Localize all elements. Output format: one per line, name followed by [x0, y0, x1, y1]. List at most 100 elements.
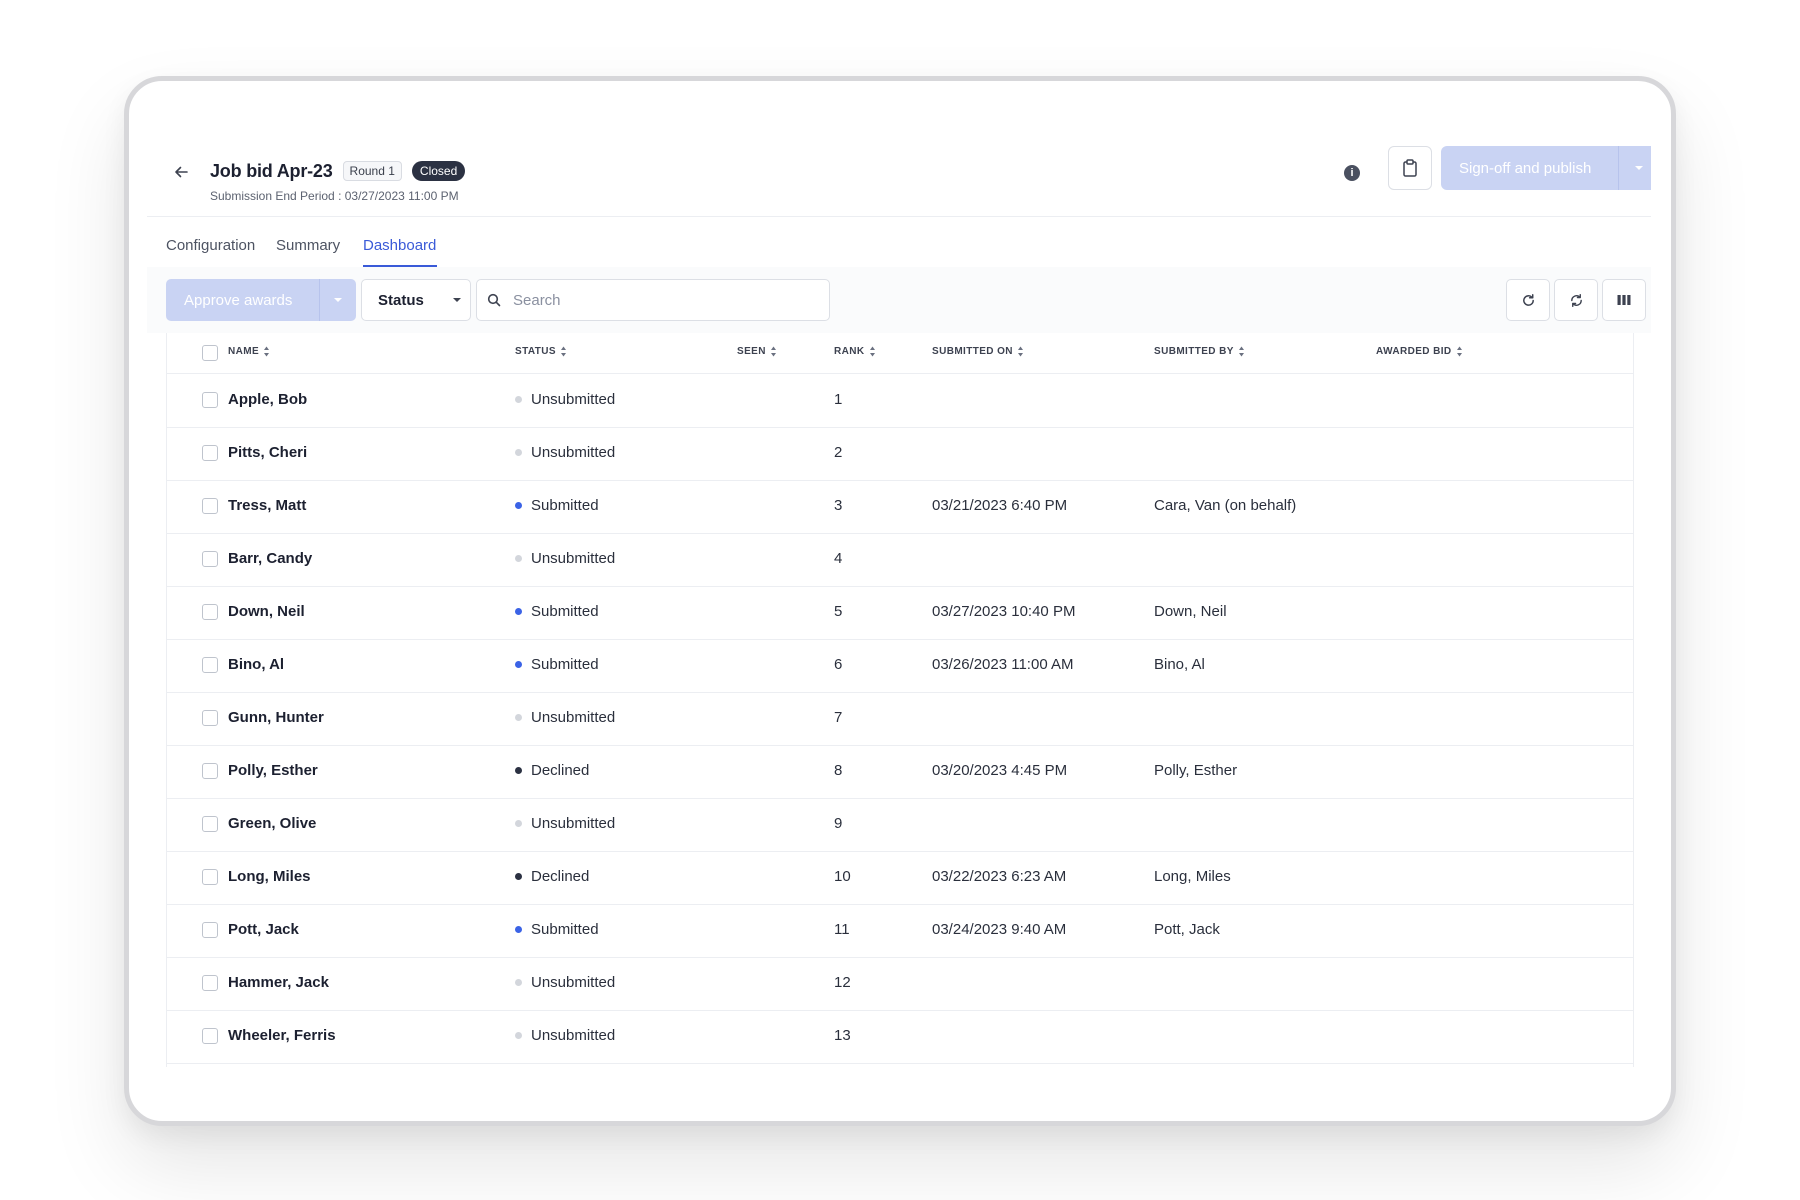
cell-name: Tress, Matt: [228, 497, 307, 514]
status-label: Unsubmitted: [531, 391, 616, 408]
table-row[interactable]: Tress, Matt Submitted 3 03/21/2023 6:40 PM C…: [167, 480, 1633, 534]
cell-rank: 2: [834, 444, 843, 461]
cell-rank: 1: [834, 391, 843, 408]
table-row[interactable]: Bino, Al Submitted 6 03/26/2023 11:00 AM Bin…: [167, 639, 1633, 693]
row-checkbox[interactable]: [202, 498, 218, 514]
row-checkbox[interactable]: [202, 604, 218, 620]
status-filter-dropdown[interactable]: Status: [361, 279, 471, 321]
row-checkbox[interactable]: [202, 551, 218, 567]
row-checkbox[interactable]: [202, 975, 218, 991]
approve-dropdown-toggle[interactable]: [319, 279, 356, 321]
select-all-checkbox[interactable]: [202, 345, 218, 361]
row-checkbox[interactable]: [202, 922, 218, 938]
search-icon: [487, 293, 501, 307]
sort-icon: [1017, 346, 1023, 357]
table-row[interactable]: Long, Miles Declined 10 03/22/2023 6:23 AM L…: [167, 851, 1633, 905]
toolbar: Approve awards Status: [147, 267, 1651, 333]
cell-status: Submitted: [515, 603, 599, 620]
table-row[interactable]: Barr, Candy Unsubmitted 4: [167, 533, 1633, 587]
column-header-awarded-bid[interactable]: AWARDED BID: [1376, 346, 1463, 357]
arrow-left-icon: [175, 166, 188, 178]
cell-submitted-by: Bino, Al: [1154, 656, 1205, 673]
table-row[interactable]: Polly, Esther Declined 8 03/20/2023 4:45 PM…: [167, 745, 1633, 799]
cell-submitted-on: 03/27/2023 10:40 PM: [932, 603, 1076, 620]
sync-button[interactable]: [1554, 279, 1598, 321]
tab-configuration[interactable]: Configuration: [166, 237, 255, 254]
row-checkbox[interactable]: [202, 657, 218, 673]
refresh-button[interactable]: [1506, 279, 1550, 321]
row-checkbox[interactable]: [202, 763, 218, 779]
status-dot: [515, 448, 522, 456]
status-label: Unsubmitted: [531, 444, 616, 461]
table-row[interactable]: Hammer, Jack Unsubmitted 12: [167, 957, 1633, 1011]
row-checkbox[interactable]: [202, 710, 218, 726]
status-dot: [515, 607, 522, 615]
column-header-submitted-by[interactable]: SUBMITTED BY: [1154, 346, 1245, 357]
row-checkbox[interactable]: [202, 445, 218, 461]
search-box: [476, 279, 830, 321]
publish-dropdown-toggle[interactable]: [1618, 146, 1651, 190]
status-dot: [515, 978, 522, 986]
back-button[interactable]: [167, 158, 195, 186]
status-label: Declined: [531, 868, 590, 885]
table-row[interactable]: Pitts, Cheri Unsubmitted 2: [167, 427, 1633, 481]
cell-submitted-on: 03/24/2023 9:40 AM: [932, 921, 1067, 938]
cell-rank: 11: [834, 921, 850, 938]
cell-status: Declined: [515, 868, 589, 885]
approve-awards-label: Approve awards: [184, 291, 293, 309]
sort-icon: [1238, 346, 1244, 357]
status-label: Submitted: [531, 921, 599, 938]
column-header-label: STATUS: [515, 346, 556, 357]
sign-off-publish-button[interactable]: Sign-off and publish: [1441, 146, 1651, 190]
column-header-rank[interactable]: RANK: [834, 346, 876, 357]
status-label: Submitted: [531, 497, 599, 514]
table-row[interactable]: Pott, Jack Submitted 11 03/24/2023 9:40 AM P…: [167, 904, 1633, 958]
tab-summary[interactable]: Summary: [276, 237, 340, 254]
tab-dashboard[interactable]: Dashboard: [363, 237, 436, 254]
column-header-submitted-on[interactable]: SUBMITTED ON: [932, 346, 1024, 357]
column-header-seen[interactable]: SEEN: [737, 346, 777, 357]
cell-submitted-by: Pott, Jack: [1154, 921, 1220, 938]
publish-label: Sign-off and publish: [1459, 159, 1592, 177]
row-checkbox[interactable]: [202, 1028, 218, 1044]
cell-submitted-by: Polly, Esther: [1154, 762, 1238, 779]
columns-button[interactable]: [1602, 279, 1646, 321]
table-row[interactable]: Down, Neil Submitted 5 03/27/2023 10:40 PM D…: [167, 586, 1633, 640]
cell-name: Polly, Esther: [228, 762, 318, 779]
row-checkbox[interactable]: [202, 869, 218, 885]
cell-status: Unsubmitted: [515, 974, 615, 991]
tab-bar: Configuration Summary Dashboard: [147, 216, 1651, 268]
status-dot: [515, 766, 522, 774]
cell-name: Bino, Al: [228, 656, 285, 673]
column-header-name[interactable]: NAME: [228, 346, 270, 357]
refresh-icon: [1522, 293, 1534, 306]
table-row[interactable]: Green, Olive Unsubmitted 9: [167, 798, 1633, 852]
search-input[interactable]: [511, 290, 815, 310]
cell-submitted-on: 03/20/2023 4:45 PM: [932, 762, 1068, 779]
table-row[interactable]: Gunn, Hunter Unsubmitted 7: [167, 692, 1633, 746]
column-header-status[interactable]: STATUS: [515, 346, 567, 357]
status-label: Declined: [531, 762, 590, 779]
status-dot: [515, 395, 522, 403]
status-dot: [515, 872, 522, 880]
table-row[interactable]: Wheeler, Ferris Unsubmitted 13: [167, 1010, 1633, 1064]
sort-icon: [264, 346, 270, 357]
cell-name: Pott, Jack: [228, 921, 299, 938]
table-row[interactable]: Apple, Bob Unsubmitted 1: [167, 374, 1633, 428]
clipboard-button[interactable]: [1388, 146, 1432, 190]
cell-name: Hammer, Jack: [228, 974, 329, 991]
cell-submitted-by: Long, Miles: [1154, 868, 1231, 885]
status-dot: [515, 1031, 522, 1039]
cell-name: Barr, Candy: [228, 550, 313, 567]
sort-icon: [560, 346, 566, 357]
approve-awards-button[interactable]: Approve awards: [166, 279, 356, 321]
info-icon[interactable]: i: [1344, 165, 1360, 181]
status-dot: [515, 819, 522, 827]
status-label: Unsubmitted: [531, 815, 616, 832]
device-frame: Job bid Apr-23 Round 1 Closed Submission…: [124, 76, 1676, 1126]
row-checkbox[interactable]: [202, 392, 218, 408]
sort-icon: [869, 346, 875, 357]
row-checkbox[interactable]: [202, 816, 218, 832]
clipboard-icon: [1403, 159, 1417, 177]
round-badge: Round 1: [342, 161, 402, 181]
